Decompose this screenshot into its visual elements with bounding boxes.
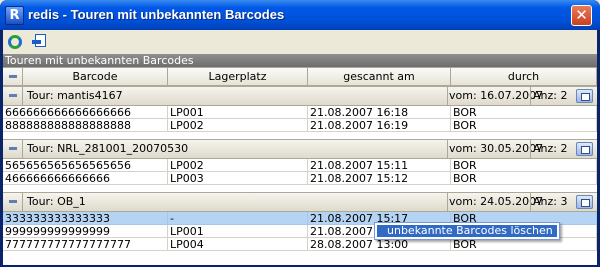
export-icon <box>32 34 48 50</box>
app-logo-icon: R <box>5 6 24 25</box>
table-row[interactable]: 666666666666666666 LP001 21.08.2007 16:1… <box>3 106 597 119</box>
tour-date: vom: 30.05.2007 <box>449 142 544 155</box>
cell-gescannt: 21.08.2007 15:11 <box>308 159 451 172</box>
tour-group-row[interactable]: Tour: mantis4167 vom: 16.07.2007 Anz: 2 <box>3 86 597 106</box>
cell-lagerplatz: - <box>168 212 308 225</box>
refresh-button[interactable] <box>6 33 26 51</box>
tour-count: Anz: 2 <box>533 142 568 155</box>
group-collapse-button[interactable] <box>3 193 23 211</box>
context-menu: unbekannte Barcodes löschen <box>374 222 560 240</box>
cell-durch: BOR <box>451 159 597 172</box>
cell-lagerplatz: LP004 <box>168 238 308 251</box>
tour-date: vom: 16.07.2007 <box>449 89 544 102</box>
column-header-durch[interactable]: durch <box>451 68 597 85</box>
table-row[interactable]: 888888888888888888 LP002 21.08.2007 16:1… <box>3 119 597 132</box>
cell-gescannt: 21.08.2007 16:19 <box>308 119 451 132</box>
tour-count: Anz: 2 <box>533 89 568 102</box>
tour-action-icon[interactable] <box>576 142 593 156</box>
column-header-row: Barcode Lagerplatz gescannt am durch <box>3 68 597 86</box>
cell-lagerplatz: LP002 <box>168 159 308 172</box>
cell-lagerplatz: LP002 <box>168 119 308 132</box>
cell-barcode: 466666666666666 <box>3 172 168 185</box>
toolbar <box>3 30 597 54</box>
group-collapse-button[interactable] <box>3 140 23 158</box>
cell-gescannt: 21.08.2007 15:12 <box>308 172 451 185</box>
panel-title: Touren mit unbekannten Barcodes <box>3 54 597 67</box>
refresh-icon <box>8 35 22 49</box>
cell-gescannt: 21.08.2007 16:18 <box>308 106 451 119</box>
cell-durch: BOR <box>451 172 597 185</box>
export-button[interactable] <box>30 33 50 51</box>
column-header-lagerplatz[interactable]: Lagerplatz <box>168 68 308 85</box>
tour-count: Anz: 3 <box>533 195 568 208</box>
tour-title: Tour: OB_1 <box>27 195 86 208</box>
cell-durch: BOR <box>451 119 597 132</box>
main-window: R redis - Touren mit unbekannten Barcode… <box>0 0 600 267</box>
column-header-barcode[interactable]: Barcode <box>23 68 168 85</box>
context-menu-item-delete-unknown-barcodes[interactable]: unbekannte Barcodes löschen <box>377 225 557 237</box>
window-title: redis - Touren mit unbekannten Barcodes <box>28 7 285 22</box>
cell-lagerplatz: LP003 <box>168 172 308 185</box>
cell-barcode: 888888888888888888 <box>3 119 168 132</box>
close-button[interactable]: ✕ <box>571 5 592 26</box>
cell-barcode: 999999999999999 <box>3 225 168 238</box>
group-collapse-button[interactable] <box>3 87 23 105</box>
tour-date: vom: 24.05.2007 <box>449 195 544 208</box>
tour-action-icon[interactable] <box>576 89 593 103</box>
tour-group-row[interactable]: Tour: NRL_281001_20070530 vom: 30.05.200… <box>3 139 597 159</box>
cell-lagerplatz: LP001 <box>168 225 308 238</box>
title-bar[interactable]: R redis - Touren mit unbekannten Barcode… <box>0 0 600 30</box>
table-row[interactable]: 466666666666666 LP003 21.08.2007 15:12 B… <box>3 172 597 185</box>
cell-lagerplatz: LP001 <box>168 106 308 119</box>
cell-barcode: 666666666666666666 <box>3 106 168 119</box>
cell-barcode: 777777777777777777 <box>3 238 168 251</box>
tour-title: Tour: mantis4167 <box>27 89 123 102</box>
column-header-gescannt[interactable]: gescannt am <box>308 68 451 85</box>
cell-durch: BOR <box>451 106 597 119</box>
tour-group-row[interactable]: Tour: OB_1 vom: 24.05.2007 Anz: 3 <box>3 192 597 212</box>
tour-action-icon[interactable] <box>576 195 593 209</box>
collapse-all-button[interactable] <box>3 68 23 85</box>
table-row[interactable]: 565656565656565656 LP002 21.08.2007 15:1… <box>3 159 597 172</box>
cell-barcode: 333333333333333 <box>3 212 168 225</box>
tour-title: Tour: NRL_281001_20070530 <box>27 142 189 155</box>
cell-barcode: 565656565656565656 <box>3 159 168 172</box>
